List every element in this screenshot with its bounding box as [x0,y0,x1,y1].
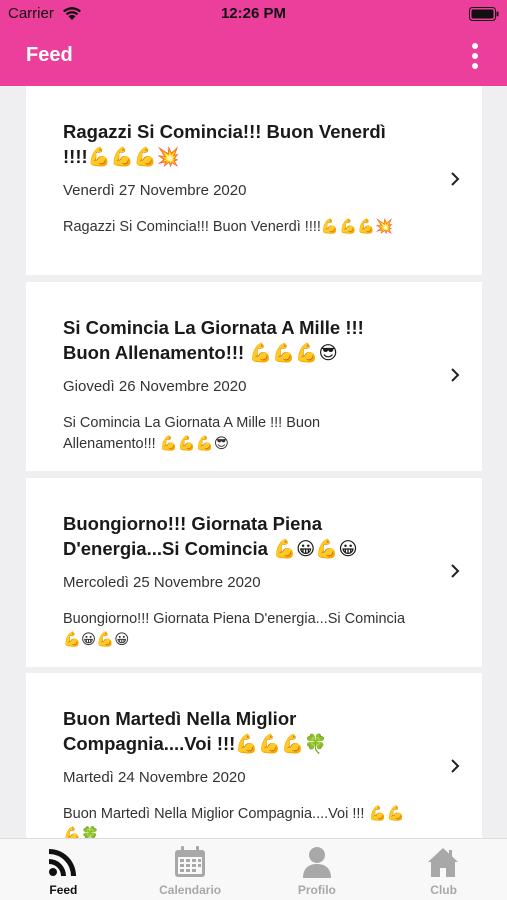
feed-card-date: Giovedì 26 Novembre 2020 [63,378,247,395]
feed-card[interactable]: Buongiorno!!! Giornata Piena D'energia..… [26,478,482,667]
chevron-right-icon [451,564,460,578]
tab-label: Feed [49,883,78,897]
chevron-right-icon [451,368,460,382]
tab-feed[interactable]: Feed [0,839,127,900]
more-options-button[interactable] [469,42,481,72]
user-icon [302,847,331,878]
feed-card-title: Buon Martedì Nella Miglior Compagnia....… [63,708,328,754]
home-icon [428,848,459,877]
feed-card-body: Ragazzi Si Comincia!!! Buon Venerdì !!!!… [63,219,394,235]
feed-card-body: Buongiorno!!! Giornata Piena D'energia..… [63,611,406,648]
tab-profilo[interactable]: Profilo [254,839,381,900]
more-dot-icon [472,63,478,69]
tab-label: Calendario [159,883,222,897]
battery-icon [469,7,499,21]
feed-card-date: Venerdì 27 Novembre 2020 [63,182,247,199]
feed-card-body: Si Comincia La Giornata A Mille !!! Buon… [63,415,321,452]
chevron-right-icon [451,172,460,186]
feed-card-title: Buongiorno!!! Giornata Piena D'energia..… [63,513,358,559]
feed-card[interactable]: Ragazzi Si Comincia!!! Buon Venerdì !!!!… [26,86,482,275]
more-dot-icon [472,53,478,59]
status-bar: Carrier 12:26 PM [0,0,507,28]
feed-card-title: Ragazzi Si Comincia!!! Buon Venerdì !!!!… [63,121,386,167]
feed-card-title: Si Comincia La Giornata A Mille !!! Buon… [63,317,364,363]
feed-card-date: Mercoledì 25 Novembre 2020 [63,574,261,591]
chevron-right-icon [451,759,460,773]
more-dot-icon [472,43,478,49]
tab-club[interactable]: Club [380,839,507,900]
feed-card-body: Buon Martedì Nella Miglior Compagnia....… [63,806,405,838]
page-title: Feed [26,44,73,66]
tab-bar: Feed Calendario Profilo Club [0,838,507,900]
feed-card-date: Martedì 24 Novembre 2020 [63,769,246,786]
nav-bar: Feed [0,28,507,86]
feed-card[interactable]: Buon Martedì Nella Miglior Compagnia....… [26,673,482,838]
calendar-icon [174,846,205,877]
tab-label: Profilo [297,883,336,897]
feed-card[interactable]: Si Comincia La Giornata A Mille !!! Buon… [26,282,482,471]
tab-label: Club [430,883,457,897]
feed-list[interactable]: Ragazzi Si Comincia!!! Buon Venerdì !!!!… [0,86,507,838]
status-time: 12:26 PM [220,5,287,22]
rss-icon [49,849,76,876]
tab-calendario[interactable]: Calendario [127,839,254,900]
